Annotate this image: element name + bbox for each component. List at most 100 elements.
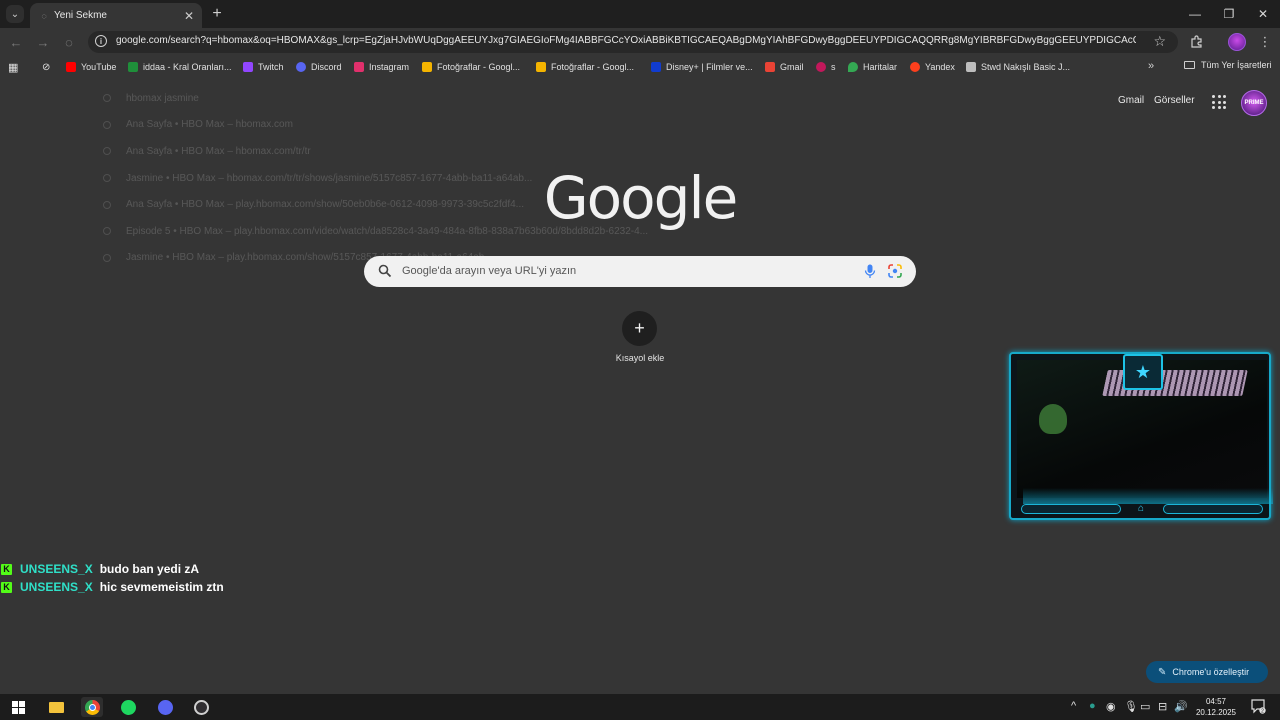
suggestion-item[interactable]: hbomax jasmine xyxy=(100,85,800,112)
taskbar-obs[interactable] xyxy=(190,697,212,717)
svg-text:2: 2 xyxy=(1261,708,1264,714)
bookmark-iddaa[interactable]: iddaa - Kral Oranları... xyxy=(128,60,232,74)
bookmark-sync[interactable]: ⊘ xyxy=(42,60,50,74)
stop-loading-button[interactable]: ◌ xyxy=(60,33,78,51)
tab-active[interactable]: ◌ Yeni Sekme ✕ xyxy=(30,3,202,28)
bookmark-photos-1[interactable]: Fotoğraflar - Googl... xyxy=(422,60,520,74)
back-button[interactable]: ← xyxy=(7,33,25,51)
plus-icon: + xyxy=(212,5,222,22)
gmail-link[interactable]: Gmail xyxy=(1118,95,1144,106)
yandex-icon xyxy=(910,62,920,72)
search-icon xyxy=(103,94,111,103)
tray-app-icon[interactable]: ● xyxy=(1089,700,1096,712)
minimize-button[interactable]: — xyxy=(1180,4,1210,24)
bookmark-stwd[interactable]: Stwd Nakışlı Basic J... xyxy=(966,60,1070,74)
youtube-icon xyxy=(66,62,76,72)
extensions-button[interactable] xyxy=(1188,33,1206,51)
start-button[interactable] xyxy=(7,697,29,717)
volume-icon[interactable]: 🔊 xyxy=(1174,700,1188,713)
search-box[interactable]: Google'da arayın veya URL'yi yazın xyxy=(364,256,916,287)
kebab-menu-icon: ⋮ xyxy=(1258,34,1272,49)
disney-icon xyxy=(651,62,661,72)
forward-button[interactable]: → xyxy=(34,33,52,51)
spinner-icon: ◌ xyxy=(65,34,73,50)
bookmark-disney[interactable]: Disney+ | Filmler ve... xyxy=(651,60,753,74)
microphone-icon[interactable] xyxy=(864,264,876,279)
chat-text: hic sevmemeistim ztn xyxy=(99,580,224,594)
account-avatar[interactable]: PRIME xyxy=(1241,90,1267,116)
suggestion-item[interactable]: Ana Sayfa • HBO Max – hbomax.com xyxy=(100,112,800,139)
clock-date: 20.12.2025 xyxy=(1195,708,1237,717)
chat-text: budo ban yedi zA xyxy=(99,562,200,576)
gmail-icon xyxy=(765,62,775,72)
close-icon[interactable]: ✕ xyxy=(182,9,196,23)
chrome-sync-icon: ⊘ xyxy=(42,61,51,73)
google-photos-icon xyxy=(422,62,432,72)
loading-icon: ◌ xyxy=(41,10,47,21)
bookmark-discord[interactable]: Discord xyxy=(296,60,342,74)
bookmark-instagram[interactable]: Instagram xyxy=(354,60,409,74)
bookmark-maps[interactable]: Haritalar xyxy=(848,60,897,74)
bookmark-photos-2[interactable]: Fotoğraflar - Googl... xyxy=(536,60,634,74)
bookmark-s[interactable]: s xyxy=(816,60,836,74)
chat-overlay: K UNSEENS_X budo ban yedi zA K UNSEENS_X… xyxy=(0,560,224,596)
notification-icon: 2 xyxy=(1251,699,1266,714)
display-icon[interactable]: ▭ xyxy=(1140,700,1150,713)
new-tab-button[interactable]: + xyxy=(208,5,226,23)
taskbar-discord[interactable] xyxy=(154,697,176,717)
puzzle-icon xyxy=(1191,35,1202,48)
suggestion-item[interactable]: Ana Sayfa • HBO Max – hbomax.com/tr/tr xyxy=(100,138,800,165)
star-emblem-icon: ★ xyxy=(1123,354,1163,390)
microphone-icon[interactable]: 🎙 xyxy=(1124,700,1138,713)
taskbar-file-explorer[interactable] xyxy=(45,697,67,717)
menu-button[interactable]: ⋮ xyxy=(1256,33,1274,51)
info-icon[interactable]: i xyxy=(95,35,107,47)
globe-icon xyxy=(103,253,111,262)
apps-shortcut[interactable]: ▦ xyxy=(8,60,18,74)
notification-center-button[interactable]: 2 xyxy=(1250,698,1266,714)
taskbar-chrome[interactable] xyxy=(81,697,103,717)
all-bookmarks-button[interactable]: Tüm Yer İşaretleri xyxy=(1184,60,1272,70)
network-icon[interactable]: ⊟ xyxy=(1158,700,1167,713)
bookmark-gmail[interactable]: Gmail xyxy=(765,60,804,74)
bookmarks-overflow-button[interactable]: » xyxy=(1148,60,1154,72)
steam-icon[interactable]: ◉ xyxy=(1106,700,1116,713)
windows-icon xyxy=(11,700,25,714)
close-icon: ✕ xyxy=(1257,7,1269,21)
apps-icon: ▦ xyxy=(8,61,19,74)
tab-title: Yeni Sekme xyxy=(54,10,107,21)
bookmark-twitch[interactable]: Twitch xyxy=(243,60,284,74)
taskbar-spotify[interactable] xyxy=(117,697,139,717)
google-lens-icon[interactable] xyxy=(888,264,902,278)
add-shortcut-button[interactable]: + xyxy=(622,311,657,346)
star-icon[interactable]: ☆ xyxy=(1153,33,1166,50)
site-icon xyxy=(816,62,826,72)
obs-icon xyxy=(193,699,209,715)
bookmarks-bar: ▦ ⊘ YouTube iddaa - Kral Oranları... Twi… xyxy=(0,56,1280,78)
close-window-button[interactable]: ✕ xyxy=(1248,4,1278,24)
chevron-down-icon: ⌄ xyxy=(10,8,20,20)
toolbar: ← → ◌ i google.com/search?q=hbomax&oq=HB… xyxy=(0,28,1280,56)
bookmark-youtube[interactable]: YouTube xyxy=(66,60,116,74)
tab-search-button[interactable]: ⌄ xyxy=(6,5,24,23)
arrow-right-icon: → xyxy=(36,34,50,50)
mouse-image xyxy=(1039,404,1067,434)
address-bar[interactable]: i google.com/search?q=hbomax&oq=HBOMAX&g… xyxy=(88,31,1178,53)
restore-button[interactable]: ❐ xyxy=(1214,4,1244,24)
bar-pill-right xyxy=(1163,504,1263,514)
plus-icon: + xyxy=(634,318,645,338)
google-apps-icon[interactable] xyxy=(1212,95,1226,109)
tab-strip: ⌄ ◌ Yeni Sekme ✕ + — ❐ ✕ xyxy=(0,0,1280,28)
bookmark-yandex[interactable]: Yandex xyxy=(910,60,955,74)
globe-icon xyxy=(103,147,111,156)
images-link[interactable]: Görseller xyxy=(1154,95,1195,106)
add-shortcut-label: Kısayol ekle xyxy=(615,353,665,363)
profile-avatar-button[interactable] xyxy=(1228,33,1246,51)
store-icon xyxy=(966,62,976,72)
customize-chrome-button[interactable]: ✎ Chrome'u özelleştir xyxy=(1146,661,1268,683)
chat-username: UNSEENS_X xyxy=(20,562,93,576)
tray-overflow-icon[interactable]: ^ xyxy=(1071,700,1076,712)
search-input[interactable]: Google'da arayın veya URL'yi yazın xyxy=(402,265,576,277)
taskbar-clock[interactable]: 04:57 20.12.2025 xyxy=(1188,696,1244,718)
address-bar-url[interactable]: google.com/search?q=hbomax&oq=HBOMAX&gs_… xyxy=(116,35,1136,46)
